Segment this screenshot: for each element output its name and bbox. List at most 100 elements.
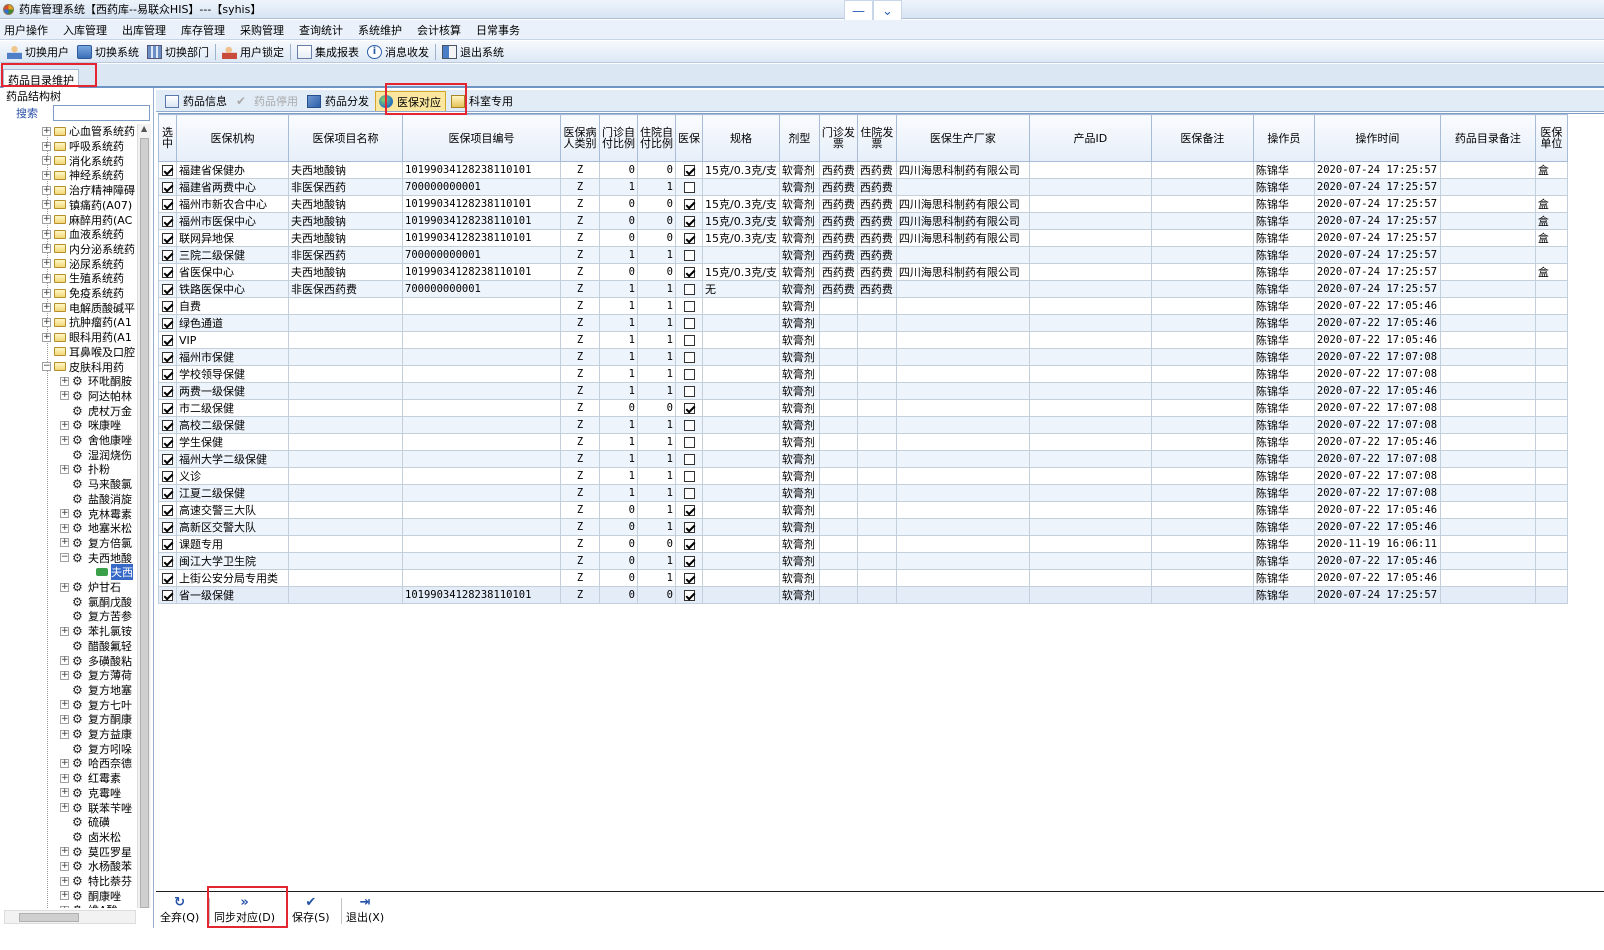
tree-node[interactable]: + ⚙ 哈西奈德	[60, 756, 132, 771]
insurance-checkbox[interactable]	[683, 470, 695, 482]
column-header[interactable]: 医保备注	[1150, 114, 1254, 162]
cell-yb[interactable]	[675, 365, 703, 383]
minimize-icon[interactable]: —	[844, 0, 873, 22]
tree-node[interactable]: + 免疫系统药	[42, 286, 124, 301]
cell-yb[interactable]	[675, 263, 703, 281]
expand-toggle-icon[interactable]: +	[60, 391, 69, 401]
tree-node[interactable]: 夫西	[84, 564, 133, 581]
cell-sel[interactable]	[158, 263, 177, 281]
tree-node[interactable]: + ⚙ 复方益康	[60, 727, 132, 742]
cell-yb[interactable]	[675, 246, 703, 264]
toolbar-button[interactable]: i 消息收发	[363, 42, 433, 62]
select-checkbox[interactable]	[162, 402, 173, 414]
select-checkbox[interactable]	[162, 164, 173, 176]
select-checkbox[interactable]	[162, 453, 173, 465]
bottom-button[interactable]: » 同步对应(D)	[214, 896, 275, 926]
tree-node[interactable]: ⚙ 马来酸氯	[60, 477, 132, 492]
tree-node[interactable]: + ⚙ 咪康唑	[60, 418, 121, 433]
tree-node[interactable]: ⚙ 湿润烧伤	[60, 447, 132, 462]
expand-toggle-icon[interactable]: +	[60, 758, 69, 768]
expand-toggle-icon[interactable]: +	[42, 317, 51, 327]
scroll-thumb[interactable]	[19, 913, 79, 922]
select-checkbox[interactable]	[162, 198, 173, 210]
tree-node[interactable]: ⚙ 复方苦参	[60, 609, 132, 624]
table-row[interactable]: 江夏二级保健 Z 1 1 软膏剂 陈锦华 2020-07-22 17:07:08	[158, 484, 1568, 502]
column-header[interactable]: 医保机构	[176, 114, 289, 162]
cell-sel[interactable]	[158, 246, 177, 264]
tree-node[interactable]: + 神经系统药	[42, 168, 124, 183]
tree-node[interactable]: ⚙ 卤米松	[60, 830, 121, 845]
select-checkbox[interactable]	[162, 572, 173, 584]
expand-toggle-icon[interactable]: +	[42, 288, 51, 298]
cell-yb[interactable]	[675, 161, 703, 179]
select-checkbox[interactable]	[162, 470, 173, 482]
insurance-checkbox[interactable]	[683, 266, 695, 278]
tree-node[interactable]: + ⚙ 复方薄荷	[60, 668, 132, 683]
tree-node[interactable]: ⚙ 硫磺	[60, 815, 110, 830]
table-row[interactable]: 学生保健 Z 1 1 软膏剂 陈锦华 2020-07-22 17:05:46	[158, 433, 1568, 451]
tree-node[interactable]: − ⚙ 夫西地酸	[60, 550, 132, 565]
bottom-button[interactable]: ✔ 保存(S)	[292, 896, 330, 926]
bottom-button[interactable]: ↻ 全弃(Q)	[160, 896, 199, 926]
cell-sel[interactable]	[158, 569, 177, 587]
toolbar-button[interactable]: 集成报表	[293, 42, 363, 62]
select-checkbox[interactable]	[162, 266, 173, 278]
cell-yb[interactable]	[675, 416, 703, 434]
cell-yb[interactable]	[675, 280, 703, 298]
select-checkbox[interactable]	[162, 232, 173, 244]
select-checkbox[interactable]	[162, 181, 173, 193]
select-checkbox[interactable]	[162, 300, 173, 312]
table-row[interactable]: 联网异地保 夫西地酸钠 10199034128238110101 Z 0 0 15克/0.3…	[158, 229, 1568, 247]
table-row[interactable]: 课题专用 Z 0 0 软膏剂 陈锦华 2020-11-19 16:06:11	[158, 535, 1568, 553]
cell-yb[interactable]	[675, 535, 703, 553]
cell-sel[interactable]	[158, 535, 177, 553]
tree-node[interactable]: + ⚙ 莫匹罗星	[60, 844, 132, 859]
cell-yb[interactable]	[675, 229, 703, 247]
cell-yb[interactable]	[675, 314, 703, 332]
tree-node[interactable]: + ⚙ 酮康唑	[60, 888, 121, 903]
expand-toggle-icon[interactable]: −	[42, 362, 51, 372]
expand-toggle-icon[interactable]: +	[42, 141, 51, 151]
cell-yb[interactable]	[675, 212, 703, 230]
cell-sel[interactable]	[158, 314, 177, 332]
table-row[interactable]: VIP Z 1 1 软膏剂 陈锦华 2020-07-22 17:05:46	[158, 331, 1568, 349]
table-row[interactable]: 义诊 Z 1 1 软膏剂 陈锦华 2020-07-22 17:07:08	[158, 467, 1568, 485]
toolbar-button[interactable]: 切换系统	[73, 42, 143, 62]
tree-node[interactable]: ⚙ 虎杖万金	[60, 403, 132, 418]
select-checkbox[interactable]	[162, 215, 173, 227]
expand-toggle-icon[interactable]: +	[60, 435, 69, 445]
tree-node[interactable]: + 呼吸系统药	[42, 139, 124, 154]
select-checkbox[interactable]	[162, 419, 173, 431]
insurance-checkbox[interactable]	[683, 164, 695, 176]
select-checkbox[interactable]	[162, 249, 173, 261]
insurance-checkbox[interactable]	[683, 521, 695, 533]
table-row[interactable]: 铁路医保中心 非医保西药费 700000000001 Z 1 1 无软膏剂 西药费 西药费 陈锦华…	[158, 280, 1568, 298]
cell-sel[interactable]	[158, 518, 177, 536]
insurance-checkbox[interactable]	[683, 198, 695, 210]
insurance-checkbox[interactable]	[683, 334, 695, 346]
cell-sel[interactable]	[158, 161, 177, 179]
expand-toggle-icon[interactable]: +	[60, 464, 69, 474]
cell-yb[interactable]	[675, 518, 703, 536]
expand-toggle-icon[interactable]: +	[60, 788, 69, 798]
menu-item[interactable]: 库存管理	[181, 22, 225, 38]
expand-toggle-icon[interactable]: +	[42, 259, 51, 269]
cell-yb[interactable]	[675, 195, 703, 213]
tree-node[interactable]: − 皮肤科用药	[42, 359, 124, 374]
select-checkbox[interactable]	[162, 521, 173, 533]
toolbar-button[interactable]: 切换部门	[143, 42, 213, 62]
tree-node[interactable]: + ⚙ 克霉唑	[60, 786, 121, 801]
scroll-thumb[interactable]	[140, 138, 149, 908]
expand-toggle-icon[interactable]: +	[60, 773, 69, 783]
select-checkbox[interactable]	[162, 504, 173, 516]
select-checkbox[interactable]	[162, 368, 173, 380]
column-header[interactable]: 选中	[158, 114, 177, 162]
cell-yb[interactable]	[675, 178, 703, 196]
cell-yb[interactable]	[675, 552, 703, 570]
tree-node[interactable]: + ⚙ 扑粉	[60, 462, 110, 477]
expand-toggle-icon[interactable]: +	[60, 700, 69, 710]
column-header[interactable]: 门诊发票	[818, 114, 858, 162]
expand-toggle-icon[interactable]: +	[60, 876, 69, 886]
tree-node[interactable]: + ⚙ 地塞米松	[60, 521, 132, 536]
tree-node[interactable]: ⚙ 盐酸消旋	[60, 492, 132, 507]
